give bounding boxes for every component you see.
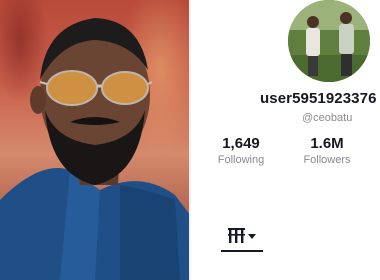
avatar[interactable] [288, 0, 370, 82]
followers-count: 1.6M [310, 135, 344, 152]
profile-handle: @ceobatu [302, 112, 353, 124]
profile-username: user5951923376 [260, 90, 377, 107]
screen: user5951923376 @ceobatu 1,649 Following … [0, 0, 380, 280]
grid-menu-icon [228, 228, 245, 243]
followers-stat[interactable]: 1.6M Followers [287, 135, 367, 167]
avatar-image [288, 0, 370, 82]
videos-tab[interactable] [221, 223, 267, 253]
followers-label: Followers [303, 154, 351, 166]
following-stat[interactable]: 1,649 Following [201, 135, 281, 167]
profile-photo-large [0, 0, 190, 280]
man-portrait-image [0, 18, 190, 280]
following-label: Following [217, 154, 265, 166]
profile-panel: user5951923376 @ceobatu 1,649 Following … [191, 0, 380, 280]
following-count: 1,649 [222, 135, 260, 152]
caret-down-icon [248, 234, 256, 239]
tab-active-indicator [221, 250, 263, 252]
